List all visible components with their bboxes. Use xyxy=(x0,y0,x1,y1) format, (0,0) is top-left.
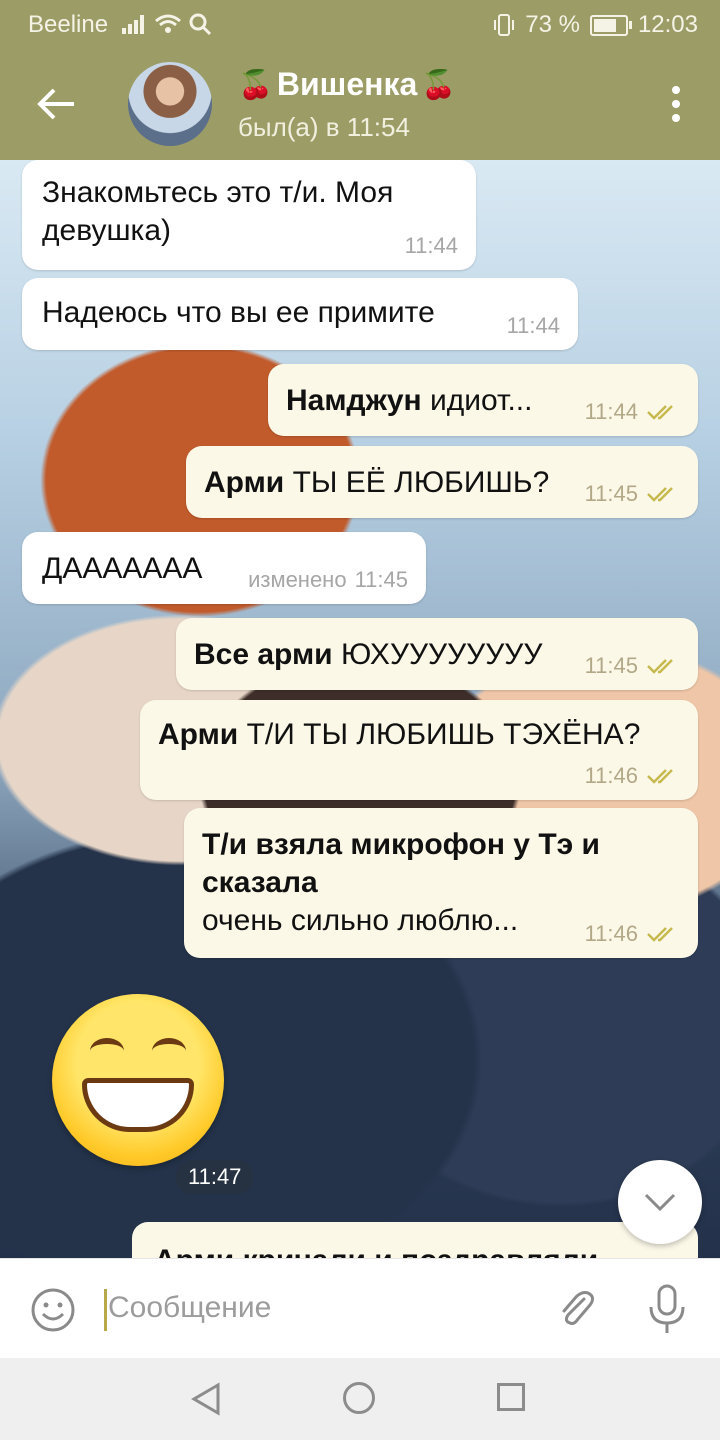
nav-back-icon[interactable] xyxy=(190,1382,222,1416)
edited-label: изменено xyxy=(248,567,347,592)
text-caret xyxy=(104,1289,107,1331)
message-text: Знакомьтесь это т/и. Моя девушка) xyxy=(42,176,394,247)
message-bubble[interactable]: Т/и взяла микрофон у Тэ и сказала очень … xyxy=(184,808,698,958)
contact-name-text: Вишенка xyxy=(276,66,418,102)
nav-recent-icon[interactable] xyxy=(497,1383,525,1411)
message-text: ТЫ ЕЁ ЛЮБИШЬ? xyxy=(292,466,550,499)
message-sender: Т/и взяла микрофон у Тэ и сказала xyxy=(202,828,600,899)
chevron-down-icon xyxy=(644,1193,676,1212)
battery-percent: 73 % xyxy=(525,11,580,38)
battery-icon xyxy=(589,14,632,36)
status-bar: Beeline 73 % 12:03 xyxy=(0,0,720,48)
message-time: 11:45 xyxy=(354,567,408,592)
carrier-name: Beeline xyxy=(28,11,109,38)
status-right: 73 % 12:03 xyxy=(493,11,698,39)
message-input[interactable]: Сообщение xyxy=(108,1291,271,1325)
double-check-icon xyxy=(647,769,673,784)
more-vertical-icon[interactable] xyxy=(672,86,682,122)
message-text: Т/И ТЫ ЛЮБИШЬ ТЭХЁНА? xyxy=(246,718,641,751)
double-check-icon xyxy=(647,487,673,502)
clock: 12:03 xyxy=(637,11,698,38)
avatar[interactable] xyxy=(128,62,212,146)
scroll-down-button[interactable] xyxy=(618,1160,702,1244)
grinning-face-emoji[interactable] xyxy=(52,994,224,1166)
message-bubble[interactable]: ДАААААAA изменено 11:45 xyxy=(22,532,426,604)
sticker-time: 11:47 xyxy=(176,1160,254,1194)
double-check-icon xyxy=(647,659,673,674)
microphone-icon[interactable] xyxy=(646,1283,688,1335)
message-bubble[interactable]: Знакомьтесь это т/и. Моя девушка) 11:44 xyxy=(22,160,476,270)
message-text: Надеюсь что вы ее примите xyxy=(42,296,435,329)
message-sender: Арми xyxy=(204,466,285,499)
vibrate-icon xyxy=(494,14,515,36)
message-time: 11:44 xyxy=(584,399,638,424)
wifi-icon xyxy=(155,14,181,33)
signal-icon xyxy=(122,15,144,34)
nav-home-icon[interactable] xyxy=(343,1382,375,1414)
message-bubble[interactable]: Надеюсь что вы ее примите 11:44 xyxy=(22,278,578,350)
message-sender: Все арми xyxy=(194,638,333,671)
message-bubble[interactable]: Арми Т/И ТЫ ЛЮБИШЬ ТЭХЁНА? 11:46 xyxy=(140,700,698,800)
signal-wifi-icons xyxy=(122,12,212,36)
message-time: 11:45 xyxy=(584,653,638,678)
chat-area[interactable]: Знакомьтесь это т/и. Моя девушка) 11:44 … xyxy=(0,160,720,1258)
message-time: 11:46 xyxy=(584,921,638,946)
message-time: 11:44 xyxy=(506,313,560,338)
cherry-icon: 🍒 xyxy=(421,69,457,100)
chat-header: 🍒 Вишенка 🍒 был(а) в 11:54 xyxy=(0,48,720,160)
message-time: 11:46 xyxy=(584,763,638,788)
message-text: Арми кричали и поздравляли xyxy=(154,1244,598,1258)
cherry-icon: 🍒 xyxy=(238,69,273,100)
paperclip-icon[interactable] xyxy=(552,1285,600,1333)
message-text: идиот... xyxy=(430,384,533,417)
last-seen: был(а) в 11:54 xyxy=(238,112,410,142)
system-nav-bar xyxy=(0,1358,720,1440)
message-bubble[interactable]: Все арми ЮХУУУУУУУУ 11:45 xyxy=(176,618,698,690)
message-text: ЮХУУУУУУУУ xyxy=(340,638,543,671)
smile-icon[interactable] xyxy=(30,1287,76,1333)
message-sender: Намджун xyxy=(286,384,422,417)
message-sender: Арми xyxy=(158,718,239,751)
arrow-left-icon[interactable] xyxy=(34,84,78,124)
double-check-icon xyxy=(647,405,673,420)
message-bubble[interactable]: Арми кричали и поздравляли xyxy=(132,1222,698,1258)
double-check-icon xyxy=(647,927,673,942)
message-bubble[interactable]: Намджун идиот... 11:44 xyxy=(268,364,698,436)
contact-name[interactable]: 🍒 Вишенка 🍒 xyxy=(238,66,456,103)
message-input-bar: Сообщение xyxy=(0,1258,720,1359)
message-time: 11:44 xyxy=(404,233,458,258)
search-icon xyxy=(189,13,212,36)
message-time: 11:45 xyxy=(584,481,638,506)
message-bubble[interactable]: Арми ТЫ ЕЁ ЛЮБИШЬ? 11:45 xyxy=(186,446,698,518)
